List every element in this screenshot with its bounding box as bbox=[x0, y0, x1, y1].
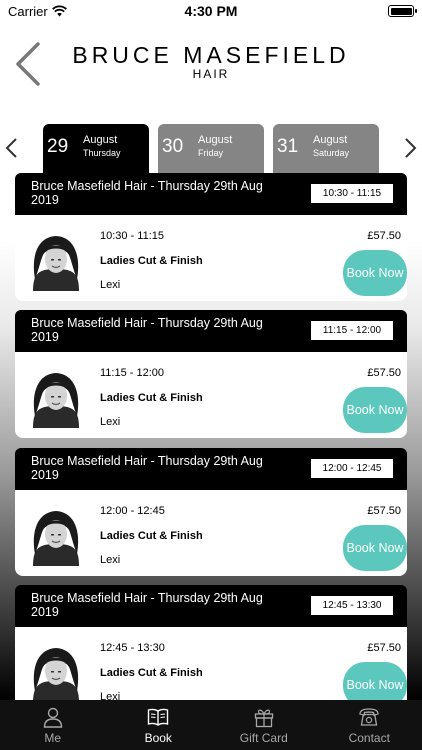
stylist-avatar bbox=[25, 229, 87, 291]
stylist-name: Lexi bbox=[100, 554, 121, 566]
next-day-arrow[interactable] bbox=[400, 136, 420, 160]
price: £57.50 bbox=[367, 367, 401, 379]
battery-icon bbox=[388, 5, 417, 17]
tab-book[interactable]: Book bbox=[106, 700, 212, 750]
brand-sub: HAIR bbox=[192, 67, 230, 81]
tab-label: Book bbox=[144, 731, 172, 745]
slot-time: 11:15 - 12:00 bbox=[100, 367, 165, 379]
book-now-button[interactable]: Book Now bbox=[343, 250, 407, 296]
card-body: 11:15 - 12:00 Ladies Cut & Finish Lexi £… bbox=[15, 352, 407, 438]
card-body: 12:00 - 12:45 Ladies Cut & Finish Lexi £… bbox=[15, 490, 407, 576]
person-icon bbox=[43, 707, 62, 728]
tab-me[interactable]: Me bbox=[0, 700, 106, 750]
tab-month: August bbox=[313, 134, 348, 146]
price: £57.50 bbox=[367, 642, 401, 654]
slot-time: 12:45 - 13:30 bbox=[100, 642, 165, 654]
service-name: Ladies Cut & Finish bbox=[100, 667, 203, 679]
slot-time: 10:30 - 11:15 bbox=[100, 230, 165, 242]
service-name: Ladies Cut & Finish bbox=[100, 392, 203, 404]
appointment-list[interactable]: Bruce Masefield Hair - Thursday 29th Aug… bbox=[0, 173, 422, 700]
tab-day-number: 31 bbox=[277, 136, 299, 157]
prev-day-arrow[interactable] bbox=[2, 136, 22, 160]
tab-weekday: Friday bbox=[198, 148, 224, 158]
brand-name: BRUCE MASEFIELD bbox=[72, 42, 350, 68]
slot-time: 12:00 - 12:45 bbox=[100, 505, 165, 517]
day-tabs: 29 August Thursday 30 August Friday 31 A… bbox=[0, 124, 422, 174]
card-title: Bruce Masefield Hair - Thursday 29th Aug… bbox=[31, 591, 263, 619]
card-header: Bruce Masefield Hair - Thursday 29th Aug… bbox=[15, 448, 407, 490]
price: £57.50 bbox=[367, 505, 401, 517]
stylist-name: Lexi bbox=[100, 691, 121, 700]
book-now-button[interactable]: Book Now bbox=[343, 662, 407, 700]
tab-day-31[interactable]: 31 August Saturday bbox=[273, 124, 379, 174]
tab-weekday: Saturday bbox=[313, 148, 350, 158]
tab-label: Gift Card bbox=[239, 731, 288, 745]
stylist-name: Lexi bbox=[100, 279, 121, 291]
book-now-button[interactable]: Book Now bbox=[343, 387, 407, 433]
tab-month: August bbox=[198, 134, 233, 146]
stylist-name: Lexi bbox=[100, 416, 121, 428]
price: £57.50 bbox=[367, 230, 401, 242]
status-bar: Carrier 4:30 PM bbox=[0, 0, 422, 22]
card-title: Bruce Masefield Hair - Thursday 29th Aug… bbox=[31, 316, 263, 344]
card-header: Bruce Masefield Hair - Thursday 29th Aug… bbox=[15, 310, 407, 352]
tab-day-30[interactable]: 30 August Friday bbox=[158, 124, 264, 174]
tab-label: Contact bbox=[348, 731, 390, 745]
clock: 4:30 PM bbox=[184, 3, 238, 19]
service-name: Ladies Cut & Finish bbox=[100, 255, 203, 267]
card-header: Bruce Masefield Hair - Thursday 29th Aug… bbox=[15, 173, 407, 215]
service-name: Ladies Cut & Finish bbox=[100, 530, 203, 542]
stylist-avatar bbox=[25, 366, 87, 428]
tab-day-number: 29 bbox=[47, 136, 69, 157]
stylist-avatar bbox=[25, 641, 87, 700]
appointment-card: Bruce Masefield Hair - Thursday 29th Aug… bbox=[15, 310, 407, 438]
appointment-card: Bruce Masefield Hair - Thursday 29th Aug… bbox=[15, 585, 407, 700]
tab-day-29[interactable]: 29 August Thursday bbox=[43, 124, 149, 174]
appointment-card: Bruce Masefield Hair - Thursday 29th Aug… bbox=[15, 448, 407, 576]
card-title: Bruce Masefield Hair - Thursday 29th Aug… bbox=[31, 454, 263, 482]
tab-contact[interactable]: Contact bbox=[317, 700, 422, 750]
gift-icon bbox=[254, 709, 273, 728]
appointment-card: Bruce Masefield Hair - Thursday 29th Aug… bbox=[15, 173, 407, 301]
tab-day-number: 30 bbox=[162, 136, 184, 157]
card-body: 12:45 - 13:30 Ladies Cut & Finish Lexi £… bbox=[15, 627, 407, 700]
card-body: 10:30 - 11:15 Ladies Cut & Finish Lexi £… bbox=[15, 215, 407, 301]
tab-gift-card[interactable]: Gift Card bbox=[211, 700, 317, 750]
tab-label: Me bbox=[44, 731, 62, 745]
time-badge: 12:00 - 12:45 bbox=[311, 459, 393, 478]
phone-icon bbox=[359, 708, 379, 726]
stylist-avatar bbox=[25, 504, 87, 566]
tab-weekday: Thursday bbox=[83, 148, 121, 158]
card-title: Bruce Masefield Hair - Thursday 29th Aug… bbox=[31, 179, 263, 207]
card-header: Bruce Masefield Hair - Thursday 29th Aug… bbox=[15, 585, 407, 627]
tab-month: August bbox=[83, 134, 118, 146]
time-badge: 11:15 - 12:00 bbox=[311, 321, 393, 340]
brand-logo: BRUCE MASEFIELD HAIR bbox=[0, 42, 422, 81]
book-icon bbox=[148, 708, 169, 726]
book-now-button[interactable]: Book Now bbox=[343, 525, 407, 571]
bottom-tab-bar: Me Book Gift Card Contact bbox=[0, 700, 422, 750]
time-badge: 12:45 - 13:30 bbox=[311, 596, 393, 615]
time-badge: 10:30 - 11:15 bbox=[311, 184, 393, 203]
